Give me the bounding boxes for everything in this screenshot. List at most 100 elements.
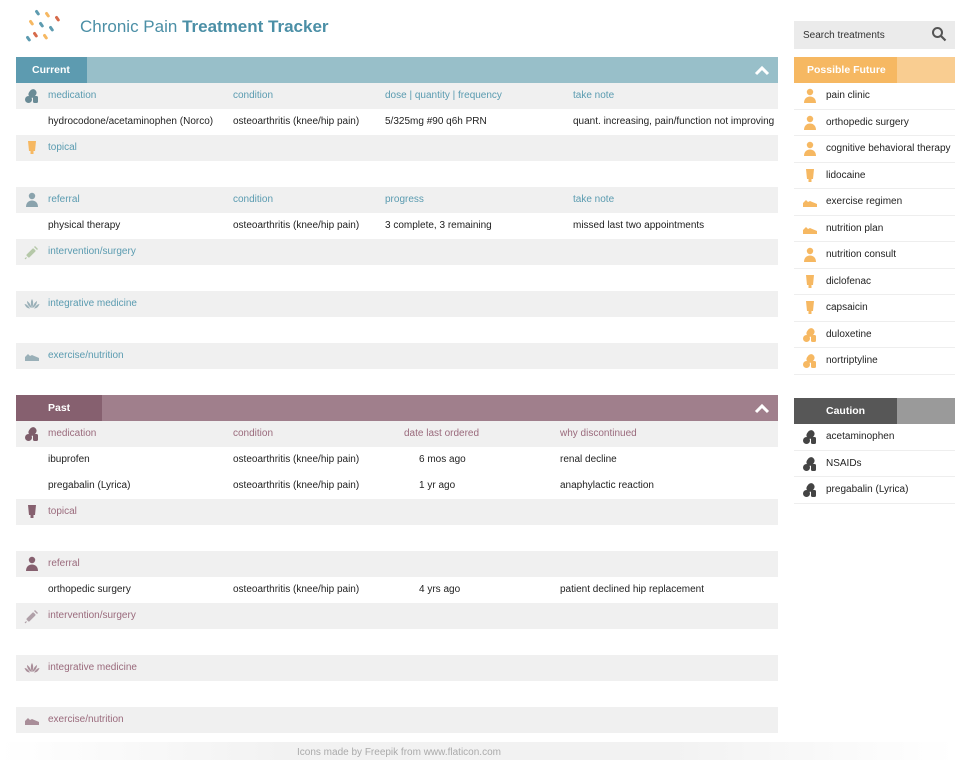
table-row[interactable]: ibuprofen osteoarthritis (knee/hip pain)… — [16, 447, 778, 473]
app-logo-icon — [26, 9, 60, 42]
cell: 4 yrs ago — [419, 584, 461, 595]
cell: pregabalin (Lyrica) — [48, 480, 131, 491]
list-item[interactable]: duloxetine — [794, 322, 955, 348]
list-item-label: duloxetine — [826, 328, 872, 340]
cell: physical therapy — [48, 220, 121, 231]
table-row[interactable]: pregabalin (Lyrica) osteoarthritis (knee… — [16, 473, 778, 499]
category-label: integrative medicine — [48, 298, 137, 309]
current-topical-header: topical — [16, 135, 778, 161]
topical-icon — [24, 140, 40, 156]
past-intervention-header: intervention/surgery — [16, 603, 778, 629]
pills-icon — [802, 353, 818, 369]
list-item[interactable]: pain clinic — [794, 83, 955, 110]
table-row[interactable]: orthopedic surgery osteoarthritis (knee/… — [16, 577, 778, 603]
list-item[interactable]: cognitive behavioral therapy — [794, 136, 955, 163]
column-header: progress — [385, 194, 424, 205]
list-item[interactable]: NSAIDs — [794, 451, 955, 477]
current-integrative-header: integrative medicine — [16, 291, 778, 317]
syringe-icon — [24, 608, 40, 624]
cell: 3 complete, 3 remaining — [385, 220, 492, 231]
list-item[interactable]: capsaicin — [794, 295, 955, 322]
caution-label: Caution — [794, 398, 897, 424]
list-item-label: exercise regimen — [826, 196, 903, 207]
empty-row — [16, 629, 778, 655]
cell: quant. increasing, pain/function not imp… — [573, 116, 775, 127]
column-header: date last ordered — [404, 428, 480, 439]
possible-future-panel: Possible Future pain clinic orthopedic s… — [794, 57, 955, 375]
shoe-icon — [24, 348, 40, 364]
category-label: intervention/surgery — [48, 610, 136, 621]
list-item[interactable]: exercise regimen — [794, 189, 955, 216]
cell: osteoarthritis (knee/hip pain) — [233, 480, 360, 491]
footer: Icons made by Freepik from www.flaticon.… — [0, 742, 955, 760]
possible-future-bar[interactable]: Possible Future — [794, 57, 955, 83]
pills-icon — [802, 327, 818, 343]
list-item[interactable]: orthopedic surgery — [794, 110, 955, 136]
topical-icon — [802, 274, 818, 290]
search-treatments-input[interactable]: Search treatments — [794, 21, 955, 49]
possible-future-label: Possible Future — [794, 57, 897, 83]
table-row[interactable]: physical therapy osteoarthritis (knee/hi… — [16, 213, 778, 239]
category-label: exercise/nutrition — [48, 350, 124, 361]
list-item[interactable]: nutrition consult — [794, 242, 955, 269]
cell: 5/325mg #90 q6h PRN — [385, 116, 487, 127]
pills-icon — [24, 88, 40, 104]
collapse-current-chevron-icon[interactable] — [754, 63, 770, 77]
list-item-label: NSAIDs — [826, 457, 862, 469]
column-header: why discontinued — [560, 428, 637, 439]
column-header: condition — [233, 90, 274, 101]
past-medication-header: medication condition date last ordered w… — [16, 421, 778, 447]
cell: osteoarthritis (knee/hip pain) — [233, 454, 360, 465]
past-section-label: Past — [16, 395, 102, 421]
topical-icon — [802, 168, 818, 184]
cell: 6 mos ago — [419, 454, 466, 465]
list-item[interactable]: acetaminophen — [794, 424, 955, 451]
past-section-bar[interactable]: Past — [16, 395, 778, 421]
category-label: integrative medicine — [48, 662, 137, 673]
referral-icon — [24, 192, 40, 208]
referral-icon — [24, 556, 40, 572]
list-item-label: nutrition consult — [826, 249, 897, 260]
empty-row — [16, 681, 778, 707]
syringe-icon — [24, 244, 40, 260]
referral-icon — [802, 88, 818, 104]
cell: anaphylactic reaction — [560, 480, 654, 491]
empty-row — [16, 525, 778, 551]
list-item-label: orthopedic surgery — [826, 116, 909, 128]
category-label: topical — [48, 506, 77, 517]
search-icon[interactable] — [931, 26, 947, 42]
current-medication-header: medication condition dose | quantity | f… — [16, 83, 778, 109]
cell: missed last two appointments — [573, 220, 705, 231]
app-title: Chronic Pain Treatment Tracker — [80, 17, 329, 36]
list-item[interactable]: nortriptyline — [794, 348, 955, 375]
cell: orthopedic surgery — [48, 584, 131, 595]
cell: osteoarthritis (knee/hip pain) — [233, 116, 360, 127]
list-item[interactable]: nutrition plan — [794, 216, 955, 242]
cell: hydrocodone/acetaminophen (Norco) — [48, 116, 214, 127]
empty-row — [16, 265, 778, 291]
column-header: dose | quantity | frequency — [385, 90, 502, 101]
category-label: exercise/nutrition — [48, 714, 124, 725]
current-section-label: Current — [16, 57, 87, 83]
shoe-icon — [802, 221, 818, 237]
list-item[interactable]: pregabalin (Lyrica) — [794, 477, 955, 504]
pills-icon — [802, 429, 818, 445]
treatment-tables: Current medication condition dose | quan… — [16, 57, 778, 733]
list-item-label: acetaminophen — [826, 431, 895, 442]
column-header: take note — [573, 194, 615, 205]
list-item[interactable]: lidocaine — [794, 163, 955, 189]
icon-credit: Icons made by Freepik from www.flaticon.… — [297, 747, 501, 758]
column-header: medication — [48, 428, 97, 439]
column-header: condition — [233, 194, 274, 205]
list-item-label: nortriptyline — [826, 355, 878, 366]
table-row[interactable]: hydrocodone/acetaminophen (Norco) osteoa… — [16, 109, 778, 135]
shoe-icon — [24, 712, 40, 728]
category-label: intervention/surgery — [48, 246, 136, 257]
list-item[interactable]: diclofenac — [794, 269, 955, 295]
caution-bar[interactable]: Caution — [794, 398, 955, 424]
current-section-bar[interactable]: Current — [16, 57, 778, 83]
collapse-past-chevron-icon[interactable] — [754, 401, 770, 415]
past-exercise-header: exercise/nutrition — [16, 707, 778, 733]
pills-icon — [24, 426, 40, 442]
category-label: referral — [48, 558, 80, 569]
